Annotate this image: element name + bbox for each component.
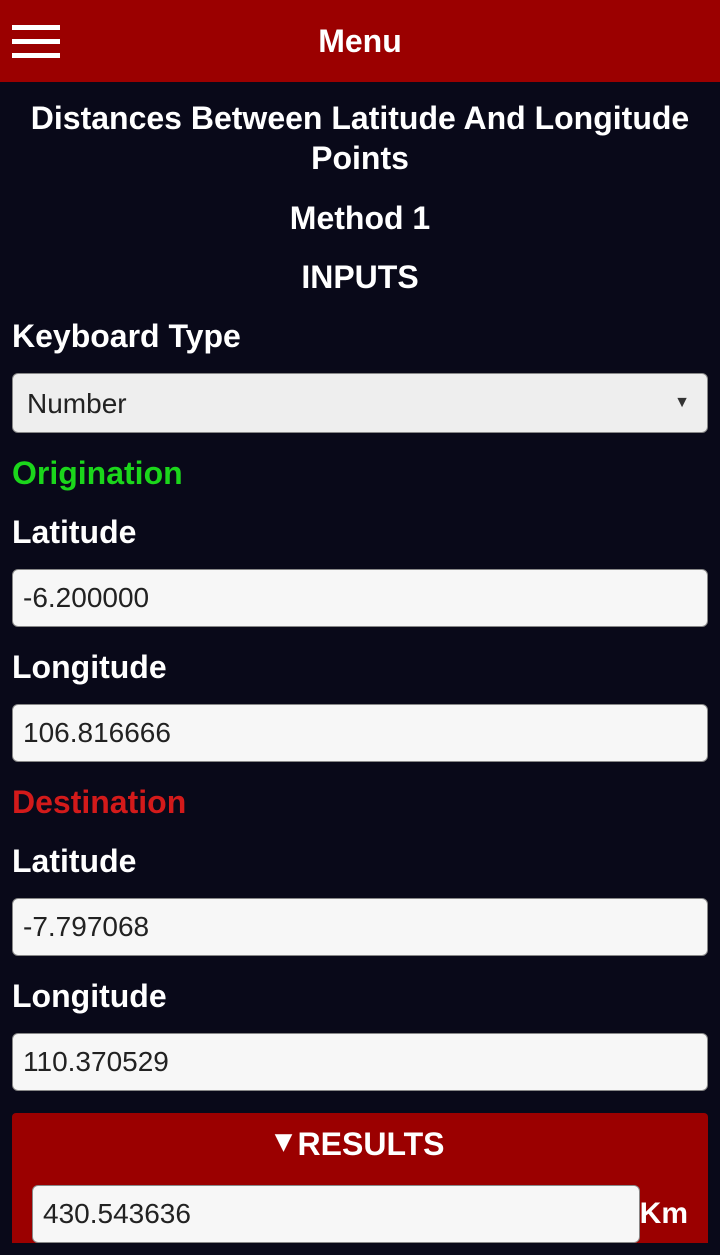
menu-title: Menu [318,23,402,60]
menu-icon[interactable] [12,21,60,62]
caret-down-icon: ▾ [275,1121,291,1159]
content-area: Distances Between Latitude And Longitude… [0,82,720,1255]
destination-lon-input[interactable] [12,1033,708,1091]
origination-lon-label: Longitude [12,649,708,686]
result-value-input[interactable] [32,1185,640,1243]
origination-lat-input[interactable] [12,569,708,627]
page-title: Distances Between Latitude And Longitude… [12,98,708,178]
results-header-text: RESULTS [298,1126,445,1162]
keyboard-type-select-wrap: Number [12,373,708,433]
keyboard-type-label: Keyboard Type [12,318,708,355]
destination-heading: Destination [12,784,708,821]
destination-lat-input[interactable] [12,898,708,956]
results-header[interactable]: ▾RESULTS [12,1113,708,1175]
origination-lon-input[interactable] [12,704,708,762]
destination-lat-label: Latitude [12,843,708,880]
results-panel: ▾RESULTS Km [12,1113,708,1243]
inputs-heading: INPUTS [12,259,708,296]
destination-lon-label: Longitude [12,978,708,1015]
keyboard-type-select[interactable]: Number [12,373,708,433]
origination-heading: Origination [12,455,708,492]
app-header: Menu [0,0,720,82]
origination-lat-label: Latitude [12,514,708,551]
results-body: Km [12,1175,708,1243]
method-label: Method 1 [12,200,708,237]
